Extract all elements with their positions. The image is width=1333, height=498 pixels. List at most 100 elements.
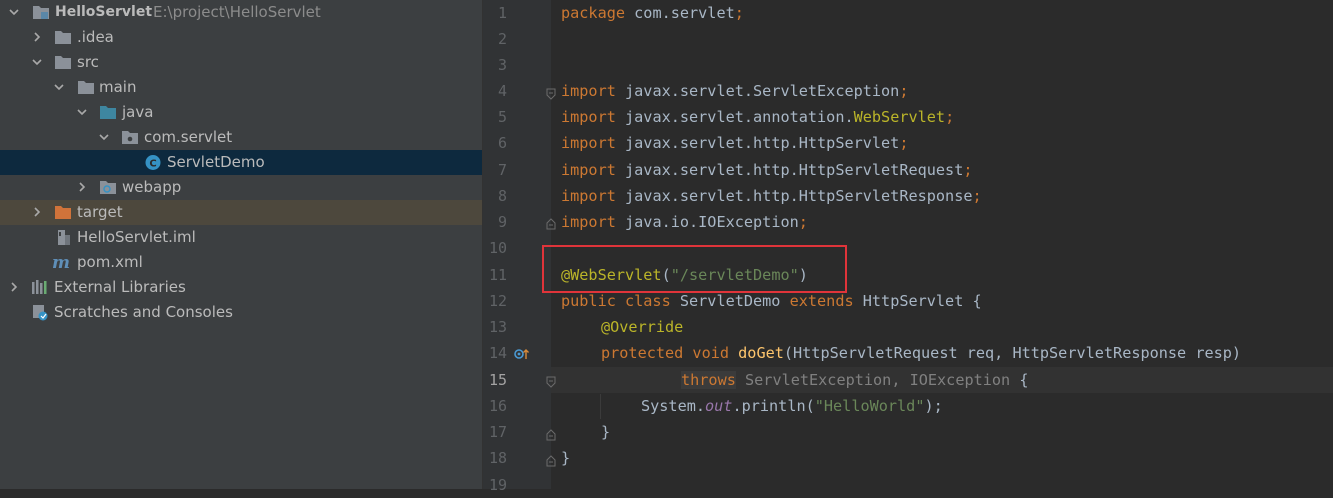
line-number: 9 [497, 213, 507, 231]
chevron-down-icon[interactable] [96, 125, 112, 150]
tree-item-label: ServletDemo [167, 153, 265, 171]
line-number: 19 [488, 476, 507, 494]
keyword: import [561, 108, 616, 126]
brace: } [601, 423, 611, 441]
keyword: protected void [601, 344, 739, 362]
brace: } [561, 449, 571, 467]
keyword: import [561, 213, 616, 231]
semicolon: ; [945, 108, 955, 126]
highlight-box [542, 245, 847, 293]
chevron-down-icon[interactable] [51, 75, 67, 100]
import-path: javax.servlet.ServletException [615, 82, 900, 100]
tree-item-idea[interactable]: .idea [0, 25, 482, 50]
project-tree-panel: HelloServlet E:\project\HelloServlet .id… [0, 0, 482, 489]
tree-item-external-libraries[interactable]: External Libraries [0, 275, 482, 300]
exceptions: ServletException, IOException [735, 371, 1020, 389]
tree-item-src[interactable]: src [0, 50, 482, 75]
code-line-1[interactable]: package com.servlet; [561, 0, 744, 26]
code-line-7[interactable]: import javax.servlet.http.HttpServletReq… [561, 157, 973, 183]
keyword: import [561, 82, 616, 100]
code-line-14[interactable]: protected void doGet(HttpServletRequest … [601, 340, 1241, 366]
line-number: 1 [497, 4, 507, 22]
code-line-17[interactable]: } [601, 419, 610, 445]
indent-guide [600, 394, 601, 419]
keyword: import [561, 187, 616, 205]
method-call: .println( [732, 397, 815, 415]
excluded-folder-icon [54, 204, 72, 221]
line-number: 2 [497, 30, 507, 48]
semicolon: ; [963, 161, 973, 179]
tree-item-label: .idea [77, 28, 114, 46]
fold-icon[interactable] [546, 373, 556, 388]
method-name: doGet [738, 344, 784, 362]
line-number: 7 [497, 161, 507, 179]
static-field: out [705, 397, 733, 415]
keyword: throws [681, 371, 736, 389]
tree-item-iml[interactable]: HelloServlet.iml [0, 225, 482, 250]
semicolon: ; [734, 4, 744, 22]
tree-item-label: main [99, 78, 137, 96]
fold-icon[interactable] [546, 215, 556, 230]
line-number: 17 [488, 423, 507, 441]
library-icon [31, 279, 49, 296]
code-line-13[interactable]: @Override [601, 314, 683, 340]
folder-icon [54, 54, 72, 71]
tree-item-label: src [77, 53, 99, 71]
chevron-down-icon[interactable] [29, 50, 45, 75]
import-path: javax.servlet.http.HttpServlet [615, 134, 900, 152]
tree-item-java[interactable]: java [0, 100, 482, 125]
root-project-name: HelloServlet [55, 4, 153, 20]
tree-item-main[interactable]: main [0, 75, 482, 100]
annotation-type: WebServlet [853, 108, 946, 126]
chevron-right-icon[interactable] [74, 175, 90, 200]
tree-item-scratches[interactable]: Scratches and Consoles [0, 300, 482, 325]
fold-icon[interactable] [546, 85, 556, 100]
chevron-right-icon[interactable] [6, 275, 22, 300]
line-number: 16 [488, 397, 507, 415]
line-number: 6 [497, 134, 507, 152]
line-number: 3 [497, 56, 507, 74]
chevron-down-icon[interactable] [6, 0, 22, 25]
code-line-18[interactable]: } [561, 445, 570, 471]
chevron-right-icon[interactable] [29, 25, 45, 50]
tree-item-webapp[interactable]: webapp [0, 175, 482, 200]
code-line-15[interactable]: throws ServletException, IOException { [681, 367, 1028, 393]
code-line-4[interactable]: import javax.servlet.ServletException; [561, 78, 908, 104]
line-number: 4 [497, 82, 507, 100]
line-number: 10 [488, 239, 507, 257]
code-line-16[interactable]: System.out.println("HelloWorld"); [641, 393, 943, 419]
import-path: javax.servlet.annotation. [615, 108, 854, 126]
fold-icon[interactable] [546, 452, 556, 467]
code-line-5[interactable]: import javax.servlet.annotation.WebServl… [561, 104, 954, 130]
tree-item-pom[interactable]: m pom.xml [0, 250, 482, 275]
override-method-icon[interactable] [514, 346, 530, 365]
chevron-right-icon[interactable] [29, 200, 45, 225]
line-number: 8 [497, 187, 507, 205]
line-number-current: 15 [488, 371, 507, 389]
iml-file-icon [54, 229, 72, 246]
tree-item-servletdemo[interactable]: C ServletDemo [0, 150, 482, 175]
code-line-8[interactable]: import javax.servlet.http.HttpServletRes… [561, 183, 982, 209]
source-folder-icon [99, 104, 117, 121]
fold-icon[interactable] [546, 426, 556, 441]
folder-icon [54, 29, 72, 46]
code-line-9[interactable]: import java.io.IOException; [561, 209, 808, 235]
semicolon: ; [899, 134, 909, 152]
tree-item-label: webapp [122, 178, 182, 196]
web-folder-icon [99, 179, 117, 196]
import-path: java.io.IOException [615, 213, 799, 231]
line-number: 14 [488, 344, 507, 362]
tree-item-target[interactable]: target [0, 200, 482, 225]
line-number: 18 [488, 449, 507, 467]
keyword: package [561, 4, 626, 22]
tree-item-package[interactable]: com.servlet [0, 125, 482, 150]
keyword: import [561, 161, 616, 179]
method-params: (HttpServletRequest req, HttpServletResp… [783, 344, 1242, 362]
chevron-down-icon[interactable] [74, 100, 90, 125]
semicolon: ; [798, 213, 808, 231]
folder-icon [77, 79, 95, 96]
tree-item-root[interactable]: HelloServlet E:\project\HelloServlet [0, 0, 482, 25]
keyword: public class [561, 292, 680, 310]
code-line-6[interactable]: import javax.servlet.http.HttpServlet; [561, 130, 908, 156]
line-number: 13 [488, 318, 507, 336]
